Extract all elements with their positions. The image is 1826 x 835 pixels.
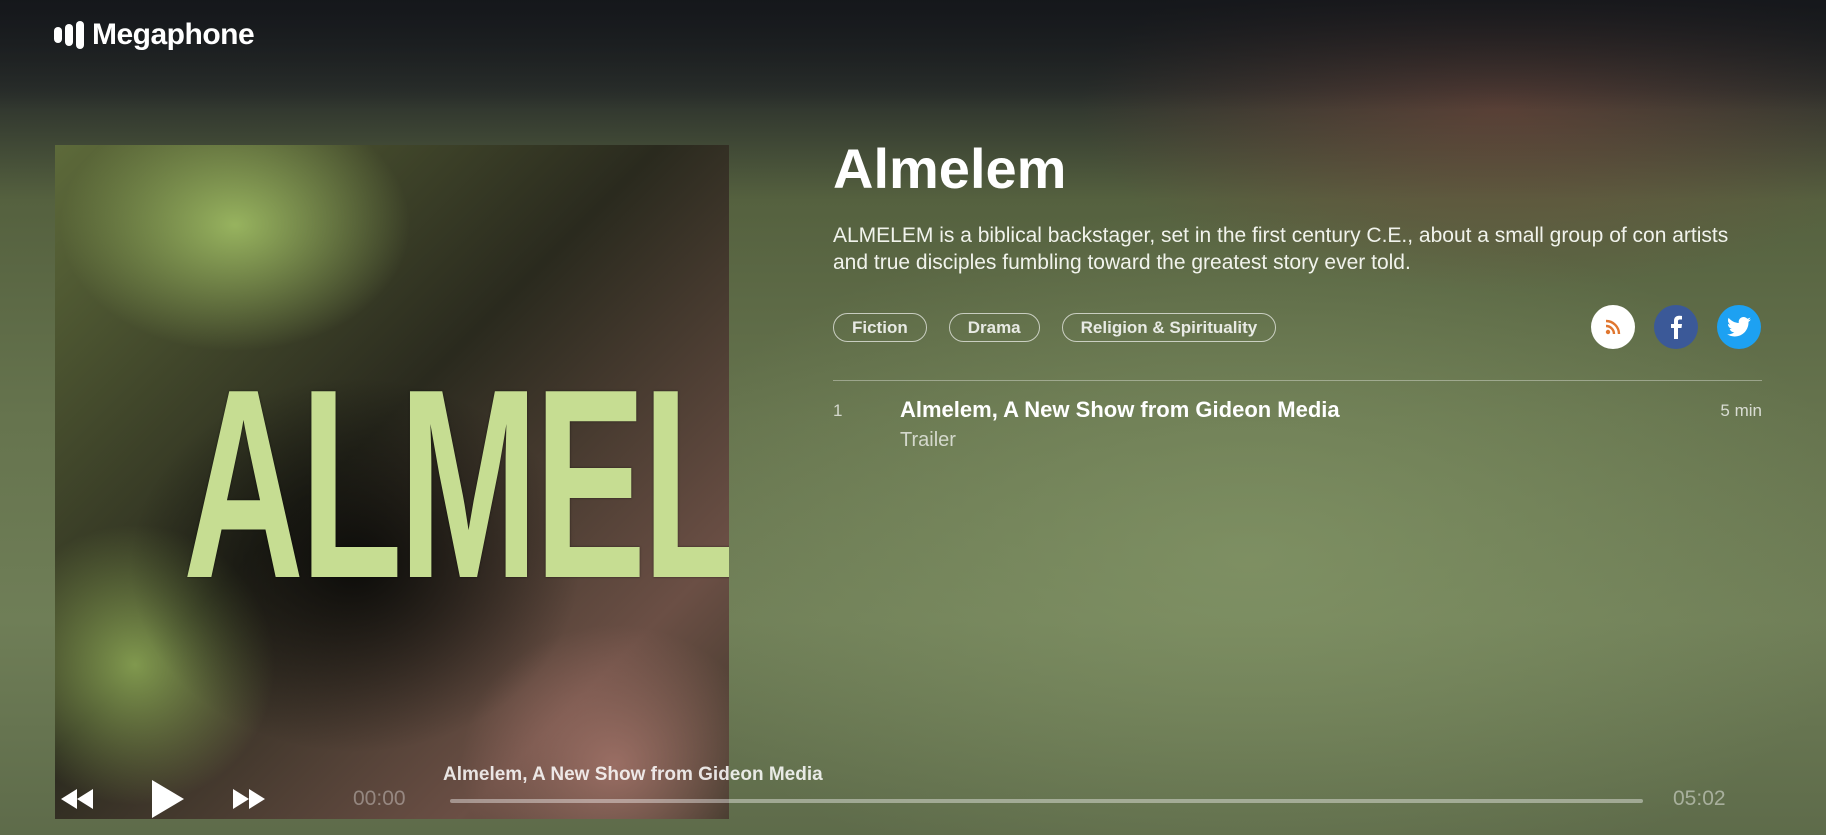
cover-art-title: ALMELEM <box>183 334 729 635</box>
twitter-icon <box>1727 317 1751 337</box>
podcast-title: Almelem <box>833 137 1067 200</box>
megaphone-logo[interactable]: Megaphone <box>54 18 255 52</box>
total-time: 05:02 <box>1673 787 1726 810</box>
facebook-icon <box>1671 315 1682 339</box>
now-playing-title: Almelem, A New Show from Gideon Media <box>443 764 823 785</box>
tag-fiction[interactable]: Fiction <box>833 313 927 342</box>
brand-name: Megaphone <box>92 18 255 51</box>
episode-number: 1 <box>833 401 843 420</box>
rss-icon <box>1605 319 1621 335</box>
episode-title[interactable]: Almelem, A New Show from Gideon Media <box>900 397 1340 423</box>
rss-button[interactable] <box>1591 305 1635 349</box>
podcast-cover-art: ALMELEM <box>55 145 729 819</box>
tag-drama[interactable]: Drama <box>948 313 1040 342</box>
podcast-description: ALMELEM is a biblical backstager, set in… <box>833 224 1729 274</box>
episode-type: Trailer <box>900 429 956 451</box>
play-icon <box>152 780 184 818</box>
current-time: 00:00 <box>353 787 406 810</box>
tag-religion-spirituality[interactable]: Religion & Spirituality <box>1061 313 1277 342</box>
header-background <box>0 0 1826 110</box>
twitter-share-button[interactable] <box>1717 305 1761 349</box>
fast-forward-button[interactable] <box>230 785 268 813</box>
progress-bar[interactable] <box>450 799 1643 803</box>
megaphone-bars-icon <box>54 21 84 49</box>
fast-forward-icon <box>233 789 265 809</box>
category-tags: Fiction Drama Religion & Spirituality <box>833 313 1277 342</box>
rewind-icon <box>61 789 93 809</box>
episode-list-divider <box>833 380 1762 381</box>
play-button[interactable] <box>146 775 190 823</box>
rewind-button[interactable] <box>58 785 96 813</box>
facebook-share-button[interactable] <box>1654 305 1698 349</box>
episode-duration: 5 min <box>1720 401 1762 420</box>
